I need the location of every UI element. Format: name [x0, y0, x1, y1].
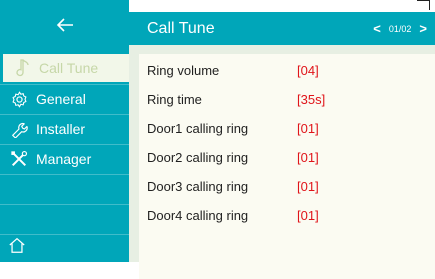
page-title: Call Tune [147, 19, 215, 37]
sidebar-item-label: Manager [36, 151, 92, 167]
sidebar-item-label: General [36, 91, 86, 107]
setting-value[interactable]: [04] [297, 63, 319, 78]
setting-door2-calling-ring[interactable]: Door2 calling ring [01] [139, 143, 435, 172]
home-icon [8, 237, 26, 258]
header-bar: Call Tune < 01/02 > [129, 12, 435, 45]
setting-door3-calling-ring[interactable]: Door3 calling ring [01] [139, 172, 435, 201]
divider [0, 204, 129, 205]
sidebar-item-label: Call Tune [39, 60, 99, 76]
divider [0, 174, 129, 175]
setting-label: Ring time [147, 92, 202, 107]
setting-ring-time[interactable]: Ring time [35s] [139, 85, 435, 114]
prev-page-button[interactable]: < [373, 21, 381, 36]
setting-value[interactable]: [35s] [297, 92, 325, 107]
setting-value[interactable]: [01] [297, 179, 319, 194]
setting-label: Door4 calling ring [147, 208, 249, 223]
divider [0, 234, 129, 235]
pointer-line [429, 0, 430, 10]
setting-ring-volume[interactable]: Ring volume [04] [139, 56, 435, 85]
sidebar: Call Tune General Installer Manager [0, 0, 129, 262]
setting-label: Door3 calling ring [147, 179, 249, 194]
arrow-left-icon [55, 17, 75, 38]
setting-door4-calling-ring[interactable]: Door4 calling ring [01] [139, 201, 435, 230]
pager: < 01/02 > [373, 12, 427, 45]
wrench-icon [4, 120, 34, 138]
page-indicator: 01/02 [388, 23, 412, 34]
setting-label: Door2 calling ring [147, 150, 249, 165]
sidebar-item-call-tune[interactable]: Call Tune [3, 54, 129, 82]
home-button[interactable] [8, 236, 26, 259]
setting-value[interactable]: [01] [297, 150, 319, 165]
setting-value[interactable]: [01] [297, 121, 319, 136]
back-button[interactable] [0, 12, 129, 42]
sidebar-item-manager[interactable]: Manager [0, 145, 129, 173]
content-area: Ring volume [04] Ring time [35s] Door1 c… [129, 45, 435, 279]
setting-door1-calling-ring[interactable]: Door1 calling ring [01] [139, 114, 435, 143]
setting-label: Ring volume [147, 63, 220, 78]
settings-panel: Ring volume [04] Ring time [35s] Door1 c… [139, 54, 435, 279]
tools-icon [4, 150, 34, 168]
sidebar-item-label: Installer [36, 121, 86, 137]
next-page-button[interactable]: > [419, 21, 427, 36]
gear-icon [4, 90, 34, 108]
setting-label: Door1 calling ring [147, 121, 249, 136]
sidebar-item-general[interactable]: General [0, 85, 129, 113]
sidebar-item-installer[interactable]: Installer [0, 115, 129, 143]
music-note-icon [7, 58, 37, 78]
setting-value[interactable]: [01] [297, 208, 319, 223]
